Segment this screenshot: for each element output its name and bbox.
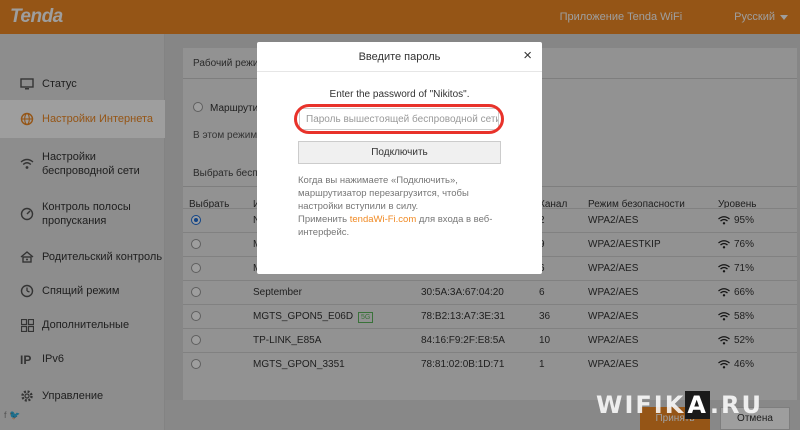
dialog-title: Введите пароль xyxy=(358,51,441,63)
note-text: Когда вы нажимаете «Подключить», маршрут… xyxy=(298,175,469,212)
password-dialog: Введите пароль × Enter the password of "… xyxy=(257,42,542,274)
tendawifi-link[interactable]: tendaWi-Fi.com xyxy=(350,214,417,225)
dialog-header: Введите пароль × xyxy=(257,42,542,72)
watermark: WIFIKA.RU xyxy=(596,391,763,419)
close-icon[interactable]: × xyxy=(523,48,532,63)
dialog-note: Когда вы нажимаете «Подключить», маршрут… xyxy=(298,174,508,239)
note-apply: Применить xyxy=(298,214,348,225)
watermark-text: WIFIKA.RU xyxy=(596,391,763,419)
password-input[interactable] xyxy=(299,108,499,130)
dialog-prompt: Enter the password of "Nikitos". xyxy=(329,89,470,100)
connect-button[interactable]: Подключить xyxy=(298,141,501,164)
